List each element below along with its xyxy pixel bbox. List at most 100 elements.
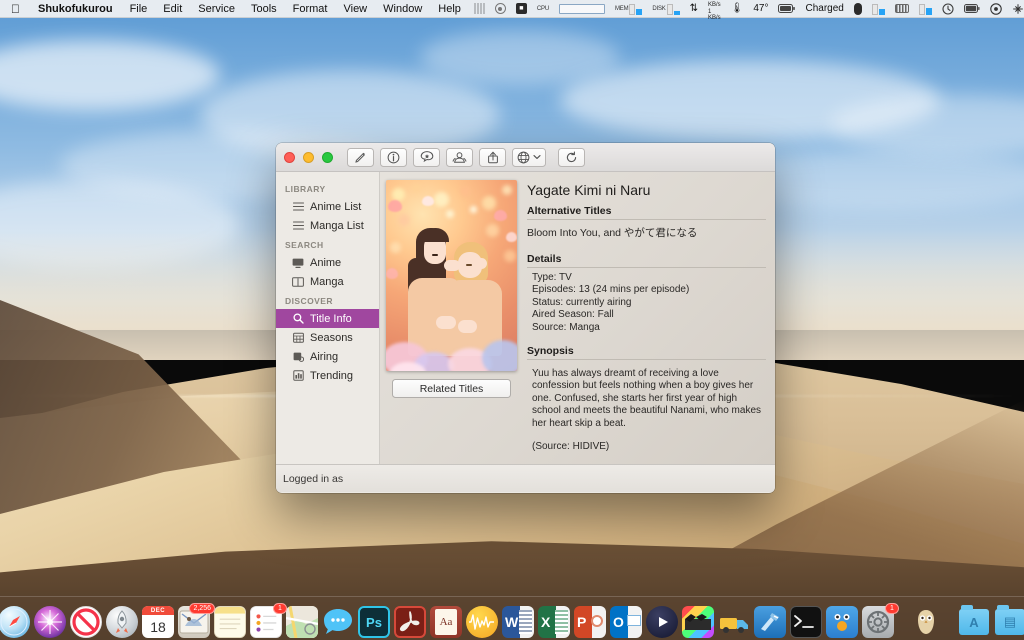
dictionary-label: Aa [435, 609, 457, 635]
dock-item-notes[interactable] [214, 606, 246, 638]
menu-app-name[interactable]: Shukofukurou [29, 3, 122, 15]
applications-folder-icon: A [959, 605, 989, 635]
menu-item-window[interactable]: Window [375, 0, 430, 18]
list-icon [292, 220, 304, 232]
dock-item-siri[interactable] [34, 606, 66, 638]
mouse-battery-indicator[interactable] [867, 3, 890, 15]
dock-item-shukofukurou[interactable] [910, 606, 942, 638]
gpu-monitor-icon[interactable] [490, 3, 511, 14]
dropbox-icon[interactable] [985, 2, 1007, 15]
menu-item-edit[interactable]: Edit [155, 0, 190, 18]
site-selector-button[interactable] [512, 147, 546, 167]
dock-item-word[interactable]: W [502, 606, 534, 638]
dock-folder-documents[interactable]: ▤ [994, 605, 1024, 638]
dock-item-system-preferences[interactable]: 1 [862, 603, 899, 638]
chevron-down-icon [533, 155, 541, 159]
menu-bar:  Shukofukurou File Edit Service Tools F… [0, 0, 1024, 21]
dock-item-dictionary[interactable]: Aa [430, 606, 462, 638]
window-titlebar[interactable] [276, 143, 775, 172]
network-graph-icon[interactable] [554, 3, 610, 14]
dock-item-xcode[interactable] [754, 606, 786, 638]
details-header: Details [527, 253, 766, 268]
minimize-button[interactable] [303, 151, 314, 163]
maximize-button[interactable] [322, 151, 333, 163]
apple-logo-icon[interactable]:  [0, 0, 29, 18]
dock-item-messages[interactable] [322, 606, 354, 638]
time-machine-icon[interactable] [937, 2, 959, 15]
documents-folder-glyph: ▤ [1003, 614, 1017, 629]
menu-item-help[interactable]: Help [430, 0, 469, 18]
close-button[interactable] [284, 151, 295, 163]
dock-item-tweetbot[interactable] [826, 606, 858, 638]
sidebar-item-manga-list[interactable]: Manga List [276, 216, 379, 235]
sidebar-item-search-manga[interactable]: Manga [276, 272, 379, 291]
battery-full-icon[interactable] [959, 4, 985, 13]
dock-item-outlook[interactable]: O [610, 606, 642, 638]
share-button[interactable] [479, 147, 506, 167]
sidebar-item-title-info[interactable]: Title Info [276, 309, 379, 328]
sidebar-item-airing[interactable]: Airing [276, 347, 379, 366]
menu-item-format[interactable]: Format [285, 0, 336, 18]
info-icon [387, 151, 400, 163]
menu-item-file[interactable]: File [122, 0, 156, 18]
comment-button[interactable] [413, 147, 440, 167]
dock-item-transmit[interactable] [718, 606, 750, 638]
network-speed-indicator[interactable]: 0 KB/s 1 KB/s [703, 0, 726, 22]
friends-button[interactable] [446, 147, 473, 167]
memory-monitor-icon[interactable]: ■ [511, 3, 532, 14]
dock-item-maps[interactable] [286, 606, 318, 638]
people-icon [452, 151, 467, 163]
cpu-history-icon[interactable] [469, 3, 490, 14]
displays-icon[interactable] [1007, 3, 1024, 15]
applications-folder-glyph: A [969, 614, 979, 630]
menu-item-view[interactable]: View [335, 0, 375, 18]
network-activity-icon[interactable]: ⇅ [685, 0, 703, 18]
dock-item-reminders[interactable]: 1 [250, 603, 287, 638]
sidebar-item-label: Manga List [310, 219, 364, 232]
keyboard-battery-icon[interactable] [890, 4, 914, 13]
dock-item-photoshop[interactable]: Ps [358, 606, 390, 638]
bluetooth-battery-icon[interactable] [849, 2, 867, 15]
sidebar-item-seasons[interactable]: Seasons [276, 328, 379, 347]
shukofukurou-window[interactable]: LIBRARY Anime List Manga List SEARCH Ani… [276, 143, 775, 493]
synopsis-body: Yuu has always dreamt of receiving a lov… [527, 364, 766, 452]
related-titles-button[interactable]: Related Titles [392, 379, 511, 398]
edit-entry-button[interactable] [347, 147, 374, 167]
dock-item-safari[interactable] [0, 606, 30, 638]
memory-bar-icon[interactable]: MEM [610, 3, 647, 15]
cpu-label-icon[interactable]: CPU [532, 6, 554, 12]
menu-item-tools[interactable]: Tools [243, 0, 285, 18]
refresh-icon [566, 150, 577, 162]
disk-bar-icon[interactable]: DISK [647, 3, 684, 15]
sidebar-item-anime-list[interactable]: Anime List [276, 197, 379, 216]
dock-item-launchpad[interactable] [106, 606, 138, 638]
reminders-badge: 1 [273, 603, 287, 614]
magnifier-icon [292, 313, 304, 325]
sidebar-item-search-anime[interactable]: Anime [276, 253, 379, 272]
dock-item-audio-editor[interactable] [466, 606, 498, 638]
dock-item-excel[interactable]: X [538, 606, 570, 638]
menu-item-service[interactable]: Service [190, 0, 243, 18]
refresh-button[interactable] [558, 147, 585, 167]
sidebar-item-trending[interactable]: Trending [276, 366, 379, 385]
dock-item-powerpoint[interactable]: P [574, 606, 606, 638]
book-icon [292, 276, 304, 288]
title-info-button[interactable] [380, 147, 407, 167]
dock-item-media-player[interactable] [646, 606, 678, 638]
dock-item-terminal[interactable] [790, 606, 822, 638]
detail-status: Status: currently airing [532, 296, 632, 308]
dock-item-acrobat-reader[interactable] [394, 606, 426, 638]
sidebar-section-discover: DISCOVER [285, 296, 333, 306]
keyboard-battery-level[interactable] [914, 3, 937, 15]
temperature-reading[interactable]: 47° [748, 0, 773, 18]
dock-item-mail[interactable]: 2,256 [178, 603, 215, 638]
dock-item-final-cut-pro[interactable] [682, 606, 714, 638]
thermometer-icon[interactable]: 🌡 [726, 0, 749, 18]
dock-item-calendar[interactable]: DEC 18 [142, 606, 174, 638]
battery-icon[interactable] [773, 4, 800, 13]
anime-cover-art[interactable] [386, 180, 517, 371]
list-icon [292, 201, 304, 213]
dock-item-blocked-app[interactable] [70, 606, 102, 638]
battery-status-text[interactable]: Charged [800, 0, 848, 18]
dock-folder-applications[interactable]: A [958, 605, 990, 638]
